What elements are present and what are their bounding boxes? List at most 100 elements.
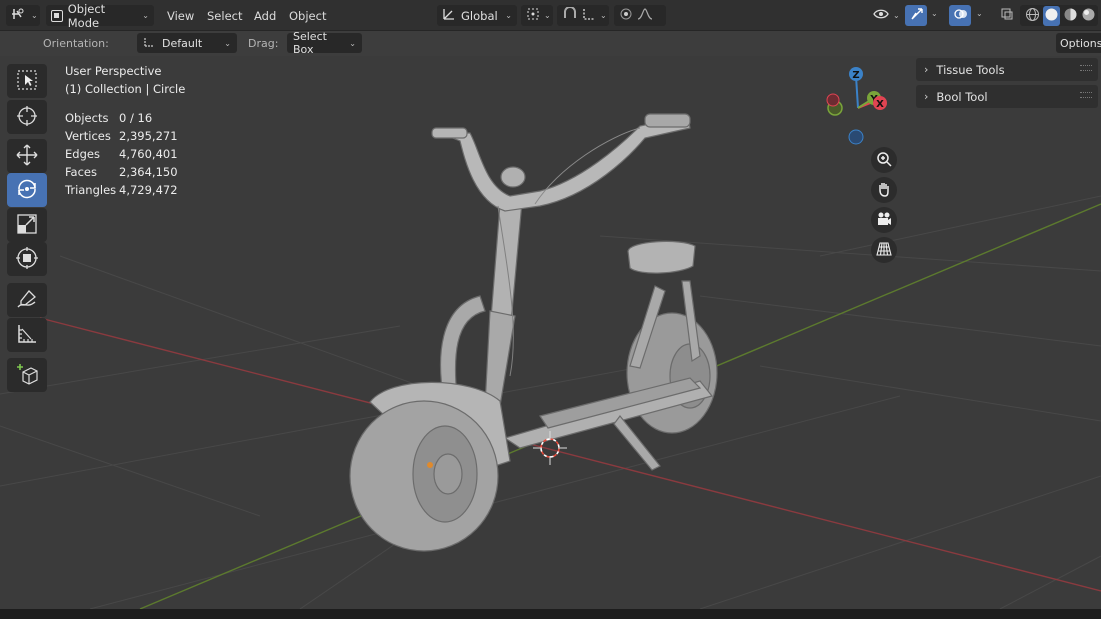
gizmo-icon: [910, 7, 924, 24]
chevron-down-icon: ⌄: [505, 11, 512, 20]
menu-add[interactable]: Add: [254, 9, 276, 23]
neg-z-handle[interactable]: [848, 129, 864, 145]
status-bar-edge: [0, 609, 1101, 619]
3d-viewport[interactable]: User Perspective (1) Collection | Circle…: [0, 56, 1101, 609]
overlay-toggle[interactable]: [949, 5, 971, 26]
orientation-setting-dropdown[interactable]: Default ⌄: [137, 33, 237, 53]
drag-label: Drag:: [248, 37, 279, 50]
gizmo-toggle[interactable]: [905, 5, 927, 26]
drag-grip-icon[interactable]: [1080, 92, 1092, 98]
neg-x-handle[interactable]: [826, 93, 840, 107]
options-button[interactable]: Options: [1056, 33, 1101, 53]
navigation-gizmo[interactable]: Z Y X: [818, 62, 898, 152]
options-label: Options: [1060, 36, 1101, 50]
zoom-button[interactable]: [871, 147, 897, 173]
pan-button[interactable]: [871, 177, 897, 203]
chevron-down-icon: ⌄: [224, 38, 231, 48]
mode-dropdown[interactable]: Object Mode ⌄: [46, 2, 154, 30]
drag-grip-icon[interactable]: [1080, 65, 1092, 71]
pivot-dropdown[interactable]: ⌄: [521, 5, 553, 26]
view-name: User Perspective: [65, 64, 162, 78]
menu-select[interactable]: Select: [207, 9, 242, 23]
select-box-tool[interactable]: [7, 64, 47, 98]
measure-tool-icon: [15, 322, 39, 349]
chevron-down-icon: ⌄: [893, 11, 900, 20]
collection-label: (1) Collection | Circle: [65, 82, 186, 96]
rotate-tool-icon: [15, 177, 39, 204]
panel-bool-tool[interactable]: › Bool Tool: [916, 85, 1098, 108]
stat-value: 2,364,150: [119, 165, 178, 179]
visibility-icon: [873, 7, 889, 24]
panel-tissue-tools[interactable]: › Tissue Tools: [916, 58, 1098, 81]
shading-rendered-icon[interactable]: [1081, 7, 1096, 25]
overlay-options-icon[interactable]: ⌄: [976, 9, 983, 18]
shading-modes[interactable]: [1020, 5, 1098, 26]
move-tool[interactable]: [7, 139, 47, 173]
cursor-tool-icon: [15, 104, 39, 131]
add-cube-tool[interactable]: [7, 358, 47, 392]
orientation-label: Orientation:: [43, 37, 109, 50]
camera-view-button[interactable]: [871, 207, 897, 233]
snap-controls[interactable]: ⌄: [557, 5, 609, 26]
orientation-value: Default: [162, 36, 203, 50]
xray-toggle[interactable]: [995, 5, 1017, 26]
snap-target-icon: [582, 7, 596, 24]
proportional-controls[interactable]: [614, 5, 666, 26]
drag-value: Select Box: [293, 30, 327, 56]
pan-hand-icon: [876, 181, 892, 200]
transform-orientation-label: Global: [461, 8, 498, 23]
shading-solid-icon[interactable]: [1043, 5, 1060, 26]
mode-label: Object Mode: [67, 1, 106, 30]
stat-label: Objects: [65, 111, 109, 125]
scale-tool-icon: [15, 212, 39, 239]
annotate-tool-icon: [15, 287, 39, 314]
add-cube-tool-icon: [15, 362, 39, 389]
object-mode-icon: [51, 9, 63, 22]
scale-tool[interactable]: [7, 208, 47, 242]
chevron-right-icon: ›: [924, 63, 929, 76]
measure-tool[interactable]: [7, 318, 47, 352]
z-label: Z: [852, 70, 859, 81]
chevron-down-icon: ⌄: [600, 11, 607, 20]
stat-label: Edges: [65, 147, 100, 161]
stat-value: 0 / 16: [119, 111, 153, 125]
x-label: X: [876, 99, 884, 110]
shading-wireframe-icon[interactable]: [1025, 7, 1040, 25]
select-box-tool-icon: [15, 68, 39, 95]
orientation-dropdown[interactable]: Global ⌄: [437, 5, 517, 26]
chevron-down-icon: ⌄: [544, 11, 551, 20]
chevron-down-icon: ⌄: [31, 11, 38, 20]
chevron-right-icon: ›: [924, 90, 929, 103]
chevron-down-icon: ⌄: [142, 11, 149, 20]
origin-dot: [427, 462, 433, 468]
stat-label: Faces: [65, 165, 97, 179]
transform-tool[interactable]: [7, 242, 47, 276]
stat-value: 4,760,401: [119, 147, 178, 161]
drag-dropdown[interactable]: Select Box ⌄: [287, 30, 362, 56]
editor-type-button[interactable]: ⌄: [6, 5, 40, 26]
snap-icon: [562, 6, 578, 24]
menu-view[interactable]: View: [167, 9, 194, 23]
stat-label: Triangles: [65, 183, 117, 197]
shading-material-icon[interactable]: [1063, 7, 1078, 25]
tool-settings-bar: Orientation: Default ⌄ Drag: Select Box …: [0, 30, 1101, 56]
orientation-axes-icon: [143, 35, 156, 51]
pivot-icon: [526, 7, 540, 24]
perspective-toggle-button[interactable]: [871, 237, 897, 263]
panel-label: Bool Tool: [936, 89, 988, 104]
chevron-down-icon: ⌄: [349, 38, 356, 48]
panel-label: Tissue Tools: [936, 62, 1005, 77]
stat-value: 2,395,271: [119, 129, 178, 143]
gizmo-options-icon[interactable]: ⌄: [931, 9, 938, 18]
cursor-tool[interactable]: [7, 100, 47, 134]
move-tool-icon: [15, 143, 39, 170]
camera-icon: [876, 211, 892, 230]
transform-tool-icon: [15, 246, 39, 273]
visibility-dropdown[interactable]: ⌄: [868, 5, 902, 26]
viewport-header: ⌄ Object Mode ⌄ View Select Add Object G…: [0, 0, 1101, 31]
rotate-tool[interactable]: [7, 173, 47, 207]
menu-object[interactable]: Object: [289, 9, 326, 23]
zoom-icon: [876, 151, 892, 170]
xray-icon: [1000, 7, 1014, 24]
annotate-tool[interactable]: [7, 283, 47, 317]
